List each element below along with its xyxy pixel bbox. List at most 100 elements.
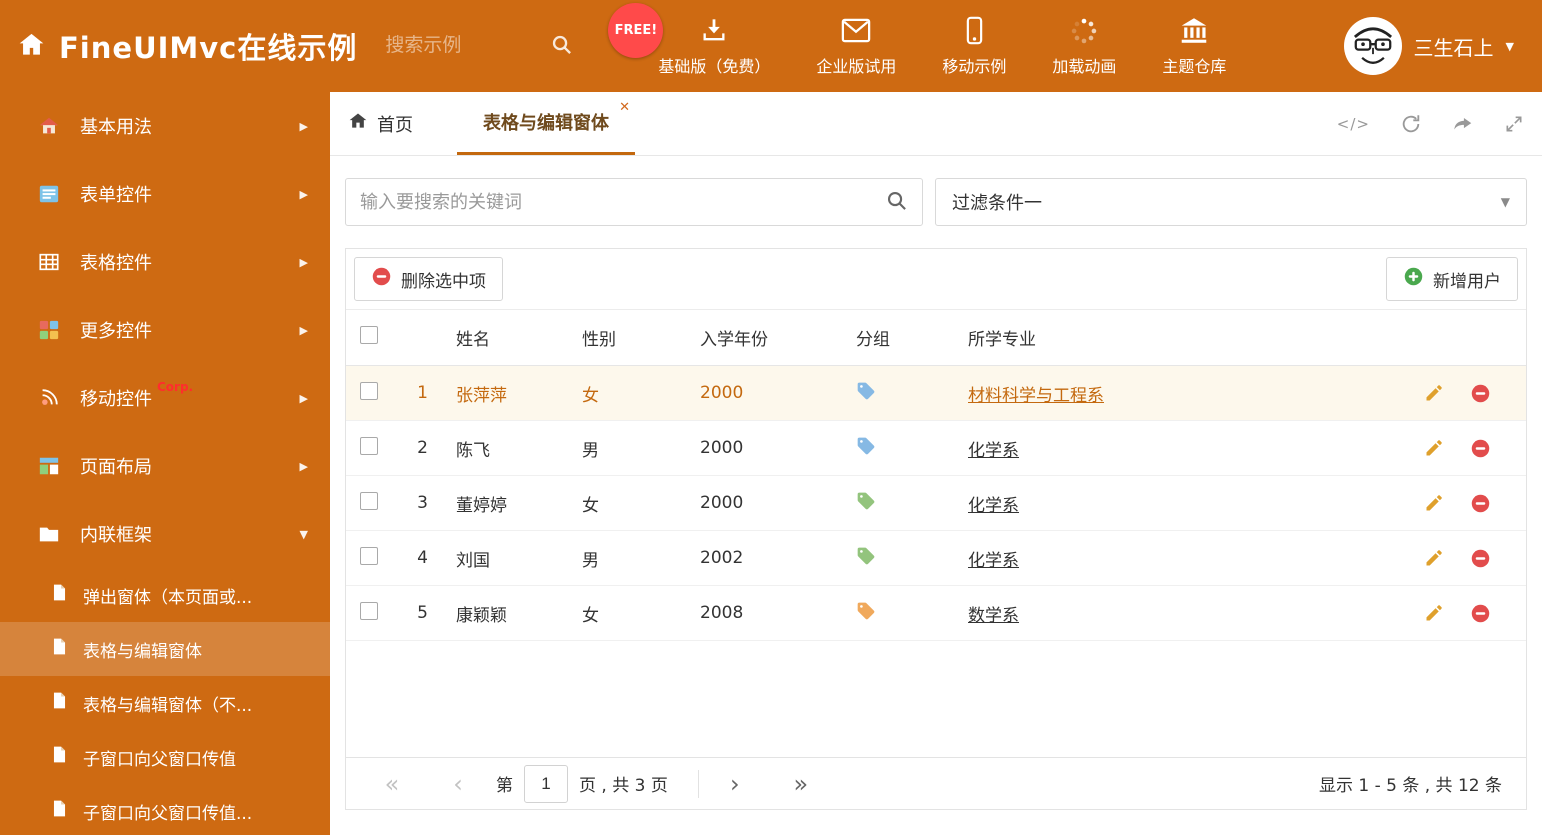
sidebar-subitem-grid-edit-window[interactable]: 表格与编辑窗体 xyxy=(0,622,330,676)
spinner-icon xyxy=(1070,16,1098,46)
file-icon xyxy=(50,745,69,769)
code-icon[interactable]: </> xyxy=(1337,115,1370,133)
cell-year: 2000 xyxy=(700,493,744,513)
col-gender: 性别 xyxy=(582,330,616,350)
file-icon xyxy=(50,637,69,661)
sidebar-item-table-controls[interactable]: 表格控件 ▶ xyxy=(0,228,330,296)
cell-name: 康颖颖 xyxy=(456,605,507,626)
tab-home[interactable]: 首页 xyxy=(348,92,413,155)
keyword-search-input[interactable] xyxy=(360,191,885,213)
sidebar-item-inline-frame[interactable]: 内联框架 ▼ xyxy=(0,500,330,568)
nav-item-theme-repo[interactable]: 主题仓库 xyxy=(1162,16,1226,77)
next-page-icon[interactable]: › xyxy=(713,770,757,798)
major-link[interactable]: 数学系 xyxy=(968,606,1019,626)
plus-circle-icon xyxy=(1403,266,1424,292)
brand[interactable]: FineUIMvc在线示例 xyxy=(0,25,357,67)
cell-gender: 女 xyxy=(582,605,599,626)
sidebar-subitem-label: 弹出窗体（本页面或... xyxy=(83,587,253,608)
chevron-right-icon: ▶ xyxy=(299,323,308,337)
filter-dropdown[interactable]: 过滤条件一 ▼ xyxy=(935,178,1527,226)
major-link[interactable]: 材料科学与工程系 xyxy=(968,386,1104,406)
header-search-input[interactable] xyxy=(385,35,551,57)
row-checkbox[interactable] xyxy=(360,436,378,455)
sidebar-item-page-layout[interactable]: 页面布局 ▶ xyxy=(0,432,330,500)
cell-year: 2000 xyxy=(700,438,744,458)
cell-name: 刘国 xyxy=(456,550,490,571)
page-number-input[interactable] xyxy=(524,764,568,803)
table-row[interactable]: 2 陈飞 男 2000 化学系 xyxy=(346,421,1526,476)
tag-icon xyxy=(857,437,875,454)
header-search xyxy=(385,33,600,60)
table-row[interactable]: 1 张萍萍 女 2000 材料科学与工程系 xyxy=(346,366,1526,421)
caret-down-icon: ▼ xyxy=(1505,39,1514,53)
sidebar-subitem-child-to-parent-2[interactable]: 子窗口向父窗口传值... xyxy=(0,784,330,835)
expand-icon[interactable] xyxy=(1504,114,1524,134)
search-icon[interactable] xyxy=(885,189,908,216)
delete-row-icon[interactable] xyxy=(1470,548,1491,569)
major-link[interactable]: 化学系 xyxy=(968,496,1019,516)
envelope-icon xyxy=(841,16,871,46)
nav-item-loading-animation[interactable]: 加载动画 xyxy=(1052,16,1116,77)
edit-pencil-icon[interactable] xyxy=(1424,493,1444,513)
edit-pencil-icon[interactable] xyxy=(1424,383,1444,403)
prev-page-icon[interactable]: ‹ xyxy=(436,770,480,798)
delete-row-icon[interactable] xyxy=(1470,438,1491,459)
user-menu[interactable]: 三生石上 ▼ xyxy=(1343,17,1542,75)
caret-down-icon: ▼ xyxy=(1500,195,1510,209)
row-checkbox[interactable] xyxy=(360,601,378,620)
sidebar-item-label: 页面布局 xyxy=(80,457,152,478)
nav-item-mobile-demo[interactable]: 移动示例 xyxy=(942,16,1006,77)
home-icon xyxy=(18,31,45,62)
edit-pencil-icon[interactable] xyxy=(1424,603,1444,623)
row-checkbox[interactable] xyxy=(360,546,378,565)
table-row[interactable]: 5 康颖颖 女 2008 数学系 xyxy=(346,586,1526,641)
cell-group xyxy=(844,381,956,406)
col-year: 入学年份 xyxy=(700,330,768,350)
sidebar-subitem-child-to-parent[interactable]: 子窗口向父窗口传值 xyxy=(0,730,330,784)
sidebar-item-mobile-controls[interactable]: 移动控件 Corp. ▶ xyxy=(0,364,330,432)
delete-row-icon[interactable] xyxy=(1470,603,1491,624)
edit-pencil-icon[interactable] xyxy=(1424,438,1444,458)
major-link[interactable]: 化学系 xyxy=(968,551,1019,571)
avatar xyxy=(1343,17,1402,75)
add-user-button[interactable]: 新增用户 xyxy=(1386,257,1518,301)
nav-item-basic-free[interactable]: FREE! 基础版（免费） xyxy=(608,2,770,77)
edit-pencil-icon[interactable] xyxy=(1424,548,1444,568)
app-title: FineUIMvc在线示例 xyxy=(59,31,358,65)
table-row[interactable]: 4 刘国 男 2002 化学系 xyxy=(346,531,1526,586)
share-arrow-icon[interactable] xyxy=(1452,113,1474,135)
nav-label: 企业版试用 xyxy=(816,56,897,76)
row-number: 2 xyxy=(417,438,428,458)
table-row[interactable]: 3 董婷婷 女 2000 化学系 xyxy=(346,476,1526,531)
close-icon[interactable]: ✕ xyxy=(619,100,630,115)
cell-year: 2002 xyxy=(700,548,744,568)
delete-row-icon[interactable] xyxy=(1470,493,1491,514)
tab-grid-edit-window[interactable]: 表格与编辑窗体 ✕ xyxy=(457,92,635,155)
main-area: 首页 表格与编辑窗体 ✕ </> 输入要搜索的关键词 过滤条件一 ▼ 删除选中项… xyxy=(330,92,1542,835)
row-checkbox[interactable] xyxy=(360,491,378,510)
select-all-checkbox[interactable] xyxy=(360,326,378,344)
sidebar-subitem-popup-window[interactable]: 弹出窗体（本页面或... xyxy=(0,568,330,622)
cell-gender: 男 xyxy=(582,440,599,461)
last-page-icon[interactable]: » xyxy=(779,770,823,798)
delete-row-icon[interactable] xyxy=(1470,383,1491,404)
row-checkbox[interactable] xyxy=(360,381,378,400)
search-icon[interactable] xyxy=(550,33,573,60)
nav-item-enterprise-trial[interactable]: 企业版试用 xyxy=(816,16,896,77)
download-icon xyxy=(699,16,729,46)
major-link[interactable]: 化学系 xyxy=(968,441,1019,461)
row-number: 4 xyxy=(417,548,428,568)
sidebar-item-more-controls[interactable]: 更多控件 ▶ xyxy=(0,296,330,364)
grid-toolbar: 删除选中项 新增用户 xyxy=(346,249,1526,310)
cell-year: 2000 xyxy=(700,383,744,403)
pagination-bar: « ‹ 第 页 , 共 3 页 › » 显示 1 - 5 条 , 共 12 条 xyxy=(346,757,1526,809)
tag-icon xyxy=(857,492,875,509)
refresh-icon[interactable] xyxy=(1400,113,1422,135)
first-page-icon[interactable]: « xyxy=(370,770,414,798)
sidebar-subitem-grid-edit-window-alt[interactable]: 表格与编辑窗体（不... xyxy=(0,676,330,730)
sidebar-item-basic-usage[interactable]: 基本用法 ▶ xyxy=(0,92,330,160)
tab-label: 首页 xyxy=(377,114,413,136)
sidebar-item-form-controls[interactable]: 表单控件 ▶ xyxy=(0,160,330,228)
delete-selected-button[interactable]: 删除选中项 xyxy=(354,257,503,301)
col-group: 分组 xyxy=(856,330,890,350)
